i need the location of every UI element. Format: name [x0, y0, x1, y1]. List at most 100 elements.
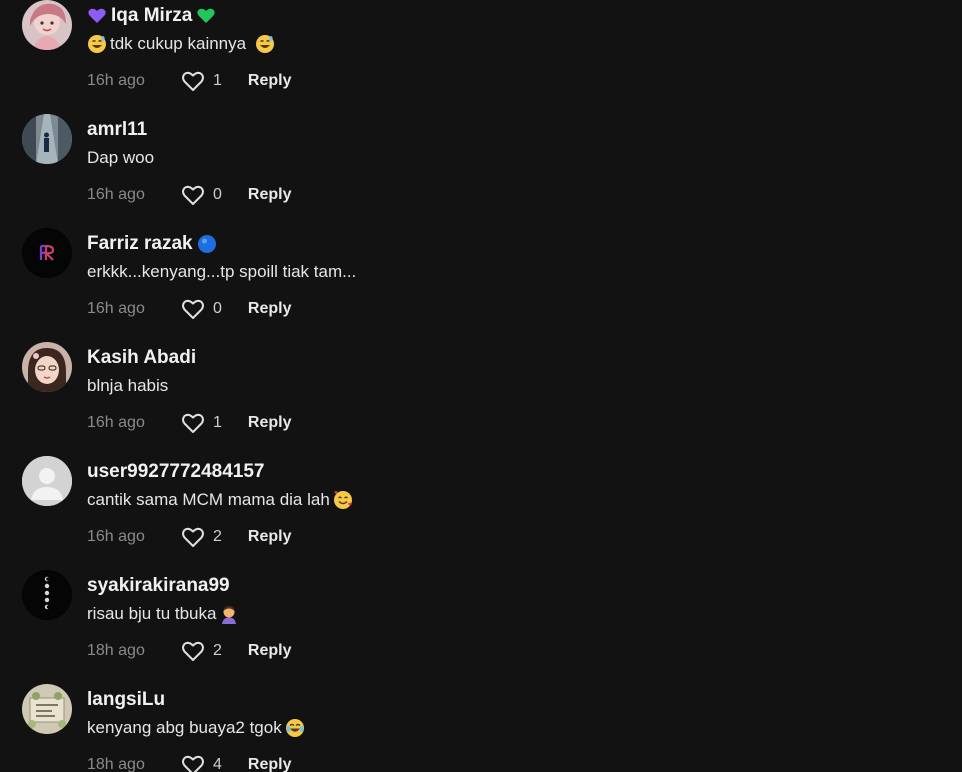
profile-photo-flowers [22, 684, 72, 734]
comment-meta: 18h ago 4 Reply [87, 752, 291, 772]
comment-item: Kasih Abadi blnja habis 16h ago 1 Reply [0, 342, 962, 456]
profile-photo-street [22, 114, 72, 164]
tears-of-joy-emoji [285, 718, 305, 738]
comment-text: cantik sama MCM mama dia lah [87, 490, 353, 510]
comment-time: 16h ago [87, 186, 145, 203]
comment-meta: 16h ago 1 Reply [87, 410, 291, 436]
reply-button[interactable]: Reply [248, 186, 292, 204]
comment-meta: 18h ago 2 Reply [87, 638, 291, 664]
profile-photo-girl [22, 342, 72, 392]
avatar[interactable] [22, 114, 72, 164]
reply-button[interactable]: Reply [248, 528, 292, 546]
username-text: user9927772484157 [87, 461, 265, 482]
comment-text: kenyang abg buaya2 tgok [87, 718, 305, 738]
comment-item: amrl11 Dap woo 16h ago 0 Reply [0, 114, 962, 228]
comment-time: 16h ago [87, 414, 145, 431]
comment-meta: 16h ago 0 Reply [87, 296, 291, 322]
like-count: 4 [213, 756, 222, 772]
comment-time: 18h ago [87, 756, 145, 772]
heart-outline-icon [182, 185, 204, 205]
like-button[interactable]: 2 [181, 640, 222, 662]
heart-outline-icon [182, 527, 204, 547]
username-text: langsiLu [87, 689, 166, 710]
reply-button[interactable]: Reply [248, 642, 292, 660]
like-button[interactable]: 4 [181, 754, 222, 772]
comment-username[interactable]: user9927772484157 [87, 461, 265, 483]
comment-item: syakirakirana99 risau bju tu tbuka 18h a… [0, 570, 962, 684]
avatar[interactable] [22, 684, 72, 734]
reply-button[interactable]: Reply [248, 414, 292, 432]
blue-circle-emoji [197, 234, 217, 254]
comment-time: 16h ago [87, 300, 145, 317]
like-button[interactable]: 0 [181, 184, 222, 206]
username-text: amrl11 [87, 119, 148, 140]
comment-username[interactable]: amrl11 [87, 119, 147, 141]
comment-text-content: cantik sama MCM mama dia lah [87, 490, 330, 509]
comment-item: user9927772484157 cantik sama MCM mama d… [0, 456, 962, 570]
comment-username[interactable]: syakirakirana99 [87, 575, 230, 597]
avatar[interactable] [22, 456, 72, 506]
heart-outline-icon [182, 71, 204, 91]
like-count: 0 [213, 300, 222, 317]
comment-text-content: blnja habis [87, 376, 169, 395]
comment-time: 16h ago [87, 528, 145, 545]
profile-moon-phases-icon [22, 570, 72, 620]
like-button[interactable]: 2 [181, 526, 222, 548]
comment-text: risau bju tu tbuka [87, 604, 239, 624]
profile-photo-pink [22, 0, 72, 50]
grinning-sweat-emoji [87, 34, 107, 54]
like-count: 1 [213, 414, 222, 431]
reply-button[interactable]: Reply [248, 72, 292, 90]
comment-meta: 16h ago 1 Reply [87, 68, 291, 94]
comment-list: Iqa Mirza tdk cukup kainnya 16h ago 1 Re… [0, 0, 962, 772]
comment-time: 18h ago [87, 642, 145, 659]
heart-outline-icon [182, 755, 204, 772]
heart-outline-icon [182, 641, 204, 661]
comment-text: erkkk...kenyang...tp spoill tiak tam... [87, 262, 356, 282]
heart-outline-icon [182, 413, 204, 433]
heart-outline-icon [182, 299, 204, 319]
comment-text: tdk cukup kainnya [87, 34, 275, 54]
username-text: Iqa Mirza [111, 5, 193, 26]
comment-text: Dap woo [87, 148, 154, 168]
green-heart-emoji [196, 6, 216, 26]
like-count: 2 [213, 528, 222, 545]
comment-item: Farriz razak erkkk...kenyang...tp spoill… [0, 228, 962, 342]
avatar[interactable] [22, 342, 72, 392]
comment-item: langsiLu kenyang abg buaya2 tgok 18h ago… [0, 684, 962, 772]
comment-time: 16h ago [87, 72, 145, 89]
comment-text-content: Dap woo [87, 148, 155, 167]
comment-username[interactable]: Kasih Abadi [87, 347, 196, 369]
avatar[interactable] [22, 570, 72, 620]
comment-username[interactable]: langsiLu [87, 689, 165, 711]
smiling-hearts-emoji [333, 490, 353, 510]
like-button[interactable]: 1 [181, 70, 222, 92]
comment-item: Iqa Mirza tdk cukup kainnya 16h ago 1 Re… [0, 0, 962, 114]
username-text: syakirakirana99 [87, 575, 230, 596]
comment-username[interactable]: Iqa Mirza [87, 5, 216, 27]
like-count: 0 [213, 186, 222, 203]
avatar[interactable] [22, 0, 72, 50]
comment-text-content: erkkk...kenyang...tp spoill tiak tam... [87, 262, 357, 281]
reply-button[interactable]: Reply [248, 756, 292, 772]
profile-logo-fr [22, 228, 72, 278]
comment-meta: 16h ago 0 Reply [87, 182, 291, 208]
default-avatar-icon [22, 456, 72, 506]
comment-meta: 16h ago 2 Reply [87, 524, 291, 550]
username-text: Kasih Abadi [87, 347, 197, 368]
facepalm-emoji [219, 604, 239, 624]
like-count: 2 [213, 642, 222, 659]
purple-heart-emoji [87, 6, 107, 26]
avatar[interactable] [22, 228, 72, 278]
comment-text-content: kenyang abg buaya2 tgok [87, 718, 282, 737]
comment-text-content: tdk cukup kainnya [110, 34, 247, 53]
comment-text: blnja habis [87, 376, 168, 396]
grinning-sweat-emoji [255, 34, 275, 54]
like-button[interactable]: 1 [181, 412, 222, 434]
comment-text-content: risau bju tu tbuka [87, 604, 217, 623]
like-count: 1 [213, 72, 222, 89]
comment-username[interactable]: Farriz razak [87, 233, 217, 255]
like-button[interactable]: 0 [181, 298, 222, 320]
username-text: Farriz razak [87, 233, 193, 254]
reply-button[interactable]: Reply [248, 300, 292, 318]
